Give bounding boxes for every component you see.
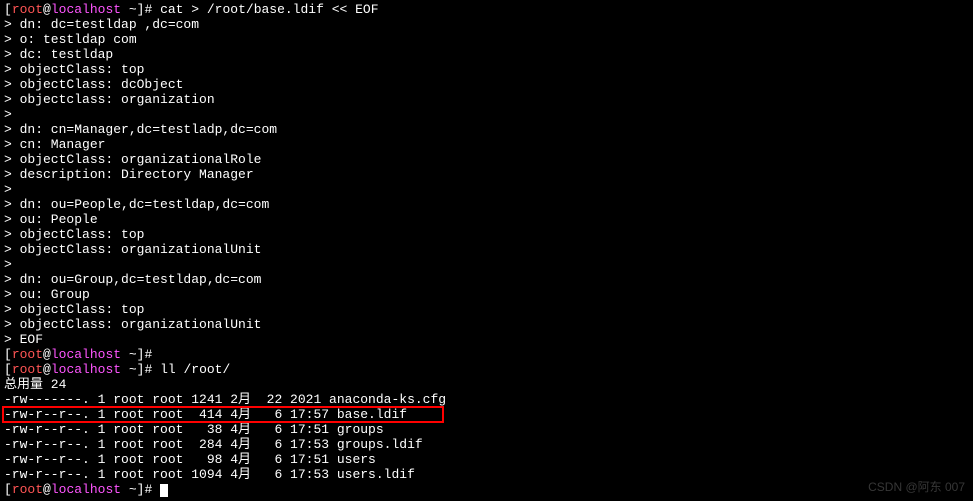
command-text: ll /root/: [160, 362, 230, 377]
heredoc-line: > dn: cn=Manager,dc=testladp,dc=com: [4, 122, 969, 137]
prompt-host: localhost: [51, 362, 121, 377]
heredoc-line: > objectClass: organizationalUnit: [4, 317, 969, 332]
file-row-highlighted: -rw-r--r--. 1 root root 414 4月 6 17:57 b…: [4, 407, 969, 422]
prompt-tilde: ~: [121, 482, 137, 497]
prompt-close: ]#: [137, 362, 160, 377]
prompt-close: ]#: [137, 347, 160, 362]
heredoc-line: > description: Directory Manager: [4, 167, 969, 182]
file-row: -rw-r--r--. 1 root root 38 4月 6 17:51 gr…: [4, 422, 969, 437]
heredoc-line: > o: testldap com: [4, 32, 969, 47]
file-row: -rw-r--r--. 1 root root 98 4月 6 17:51 us…: [4, 452, 969, 467]
command-text: cat > /root/base.ldif << EOF: [160, 2, 378, 17]
heredoc-line: > objectClass: organizationalRole: [4, 152, 969, 167]
prompt-bracket: [: [4, 362, 12, 377]
total-line: 总用量 24: [4, 377, 969, 392]
heredoc-line: > objectClass: organizationalUnit: [4, 242, 969, 257]
prompt-at: @: [43, 362, 51, 377]
heredoc-line: > dn: ou=People,dc=testldap,dc=com: [4, 197, 969, 212]
prompt-tilde: ~: [121, 2, 137, 17]
heredoc-line: > objectClass: dcObject: [4, 77, 969, 92]
prompt-bracket: [: [4, 482, 12, 497]
heredoc-line: >: [4, 182, 969, 197]
heredoc-line: > cn: Manager: [4, 137, 969, 152]
prompt-close: ]#: [137, 482, 160, 497]
file-row: -rw-------. 1 root root 1241 2月 22 2021 …: [4, 392, 969, 407]
heredoc-line: > objectClass: top: [4, 302, 969, 317]
prompt-host: localhost: [51, 2, 121, 17]
file-row: -rw-r--r--. 1 root root 1094 4月 6 17:53 …: [4, 467, 969, 482]
prompt-close: ]#: [137, 2, 160, 17]
prompt-line-1: [root@localhost ~]# cat > /root/base.ldi…: [4, 2, 969, 17]
heredoc-line: > dc: testldap: [4, 47, 969, 62]
prompt-line-2: [root@localhost ~]#: [4, 347, 969, 362]
prompt-line-3: [root@localhost ~]# ll /root/: [4, 362, 969, 377]
prompt-host: localhost: [51, 347, 121, 362]
heredoc-line: >: [4, 107, 969, 122]
prompt-at: @: [43, 347, 51, 362]
prompt-user: root: [12, 362, 43, 377]
prompt-user: root: [12, 482, 43, 497]
heredoc-line: > objectclass: organization: [4, 92, 969, 107]
heredoc-line: > dn: ou=Group,dc=testldap,dc=com: [4, 272, 969, 287]
file-row-text: -rw-r--r--. 1 root root 414 4月 6 17:57 b…: [4, 407, 407, 422]
heredoc-line: >: [4, 257, 969, 272]
prompt-tilde: ~: [121, 362, 137, 377]
heredoc-line: > dn: dc=testldap ,dc=com: [4, 17, 969, 32]
prompt-tilde: ~: [121, 347, 137, 362]
heredoc-line: > objectClass: top: [4, 62, 969, 77]
heredoc-line: > ou: Group: [4, 287, 969, 302]
terminal-output[interactable]: [root@localhost ~]# cat > /root/base.ldi…: [4, 2, 969, 497]
cursor-icon: [160, 484, 168, 497]
prompt-user: root: [12, 347, 43, 362]
prompt-user: root: [12, 2, 43, 17]
file-row: -rw-r--r--. 1 root root 284 4月 6 17:53 g…: [4, 437, 969, 452]
heredoc-line: > ou: People: [4, 212, 969, 227]
prompt-bracket: [: [4, 2, 12, 17]
prompt-bracket: [: [4, 347, 12, 362]
heredoc-line: > EOF: [4, 332, 969, 347]
heredoc-line: > objectClass: top: [4, 227, 969, 242]
prompt-at: @: [43, 482, 51, 497]
prompt-host: localhost: [51, 482, 121, 497]
watermark-text: CSDN @阿东 007: [868, 480, 965, 495]
prompt-at: @: [43, 2, 51, 17]
prompt-line-4[interactable]: [root@localhost ~]#: [4, 482, 969, 497]
